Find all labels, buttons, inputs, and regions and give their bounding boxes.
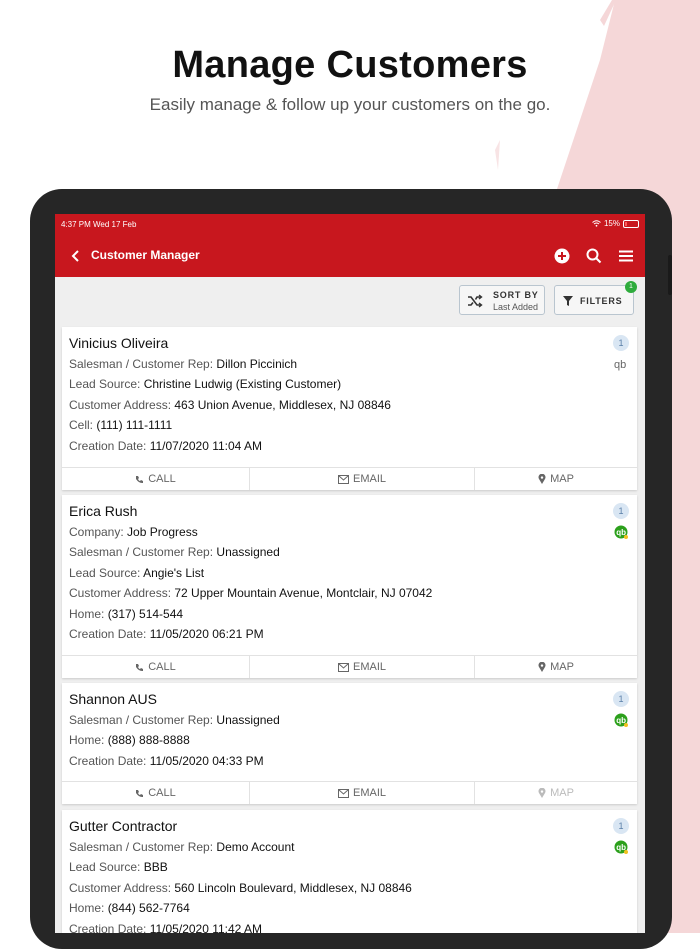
app-bar: 4:37 PM Wed 17 Feb 15% Customer Manager — [55, 214, 645, 277]
shuffle-icon — [468, 294, 483, 308]
phone-icon — [136, 663, 144, 671]
toolbar: Customer Manager — [55, 236, 645, 277]
card-actions: CALL EMAIL MAP — [62, 467, 637, 490]
promo-title: Manage Customers — [172, 44, 528, 86]
envelope-icon — [337, 474, 349, 484]
svg-text:qb: qb — [614, 359, 626, 371]
promo-subtitle: Easily manage & follow up your customers… — [149, 95, 551, 114]
sort-by-value: Last Added — [493, 302, 539, 312]
customer-name: Shannon AUS — [69, 691, 157, 707]
filters-count-badge: 1 — [625, 281, 637, 293]
app-screen: 4:37 PM Wed 17 Feb 15% Customer Manager — [55, 214, 645, 933]
lead-source-line: Lead Source: Angie's List — [69, 566, 205, 580]
customer-name: Erica Rush — [69, 503, 138, 519]
address-line: Customer Address: 560 Lincoln Boulevard,… — [69, 881, 412, 895]
company-line: Company: Job Progress — [69, 525, 198, 539]
lead-source-line: Lead Source: BBB — [69, 860, 168, 874]
hamburger-menu-icon — [619, 250, 633, 262]
phone-line: Home: (888) 888-8888 — [69, 733, 190, 747]
card-actions: CALL EMAIL MAP — [62, 655, 637, 678]
add-customer-button[interactable] — [552, 246, 572, 266]
status-bar: 4:37 PM Wed 17 Feb 15% — [55, 214, 645, 236]
add-circle-icon — [554, 248, 570, 264]
battery-percent: 15% — [603, 219, 620, 228]
quickbooks-synced-icon: qb — [614, 840, 628, 854]
chevron-left-icon — [71, 250, 79, 262]
quickbooks-synced-icon: qb — [614, 713, 628, 727]
filter-icon — [563, 296, 573, 306]
menu-button[interactable] — [616, 246, 636, 266]
map-button[interactable]: MAP — [475, 468, 637, 490]
card-actions: CALL EMAIL MAP — [62, 781, 637, 804]
sort-by-button[interactable]: SORT BY Last Added — [459, 285, 545, 315]
customer-rep-line: Salesman / Customer Rep: Unassigned — [69, 713, 280, 727]
count-badge: 1 — [613, 691, 629, 707]
status-time: 4:37 PM Wed 17 Feb — [61, 220, 137, 229]
envelope-icon — [337, 662, 349, 672]
creation-date-line: Creation Date: 11/05/2020 04:33 PM — [69, 754, 264, 768]
search-icon — [586, 248, 602, 264]
call-button[interactable]: CALL — [62, 468, 250, 490]
customer-name: Vinicius Oliveira — [69, 335, 169, 351]
customer-name: Gutter Contractor — [69, 818, 178, 834]
lead-source-line: Lead Source: Christine Ludwig (Existing … — [69, 377, 342, 391]
filters-button[interactable]: FILTERS — [554, 285, 634, 315]
call-button[interactable]: CALL — [62, 782, 250, 804]
customer-rep-line: Salesman / Customer Rep: Demo Account — [69, 840, 295, 854]
battery-icon — [623, 219, 639, 228]
search-button[interactable] — [584, 246, 604, 266]
call-button[interactable]: CALL — [62, 656, 250, 678]
back-button[interactable] — [67, 247, 85, 265]
phone-line: Cell: (111) 111-1111 — [69, 418, 173, 432]
wifi-icon — [592, 220, 601, 227]
customer-card[interactable]: Shannon AUS 1 qb Salesman / Customer Rep… — [62, 683, 637, 804]
filters-label: FILTERS — [580, 296, 623, 306]
phone-icon — [136, 789, 144, 797]
phone-icon — [136, 475, 144, 483]
creation-date-line: Creation Date: 11/05/2020 06:21 PM — [69, 627, 264, 641]
map-button-disabled: MAP — [475, 782, 637, 804]
quickbooks-icon: qb — [614, 359, 626, 371]
email-button[interactable]: EMAIL — [250, 782, 475, 804]
count-badge: 1 — [613, 818, 629, 834]
sort-by-label: SORT BY — [493, 290, 539, 300]
map-pin-icon — [538, 474, 546, 484]
creation-date-line: Creation Date: 11/07/2020 11:04 AM — [69, 439, 263, 453]
phone-line: Home: (844) 562-7764 — [69, 901, 190, 915]
phone-line: Home: (317) 514-544 — [69, 607, 184, 621]
customer-card[interactable]: Vinicius Oliveira 1 qb Salesman / Custom… — [62, 327, 637, 490]
email-button[interactable]: EMAIL — [250, 656, 475, 678]
customer-card[interactable]: Gutter Contractor 1 qb Salesman / Custom… — [62, 810, 637, 933]
tablet-side-button — [668, 255, 672, 295]
quickbooks-synced-icon: qb — [614, 525, 628, 539]
map-button[interactable]: MAP — [475, 656, 637, 678]
customer-rep-line: Salesman / Customer Rep: Dillon Piccinic… — [69, 357, 298, 371]
creation-date-line: Creation Date: 11/05/2020 11:42 AM — [69, 922, 263, 933]
customer-card[interactable]: Erica Rush 1 qb Company: Job Progress Sa… — [62, 495, 637, 678]
count-badge: 1 — [613, 335, 629, 351]
address-line: Customer Address: 463 Union Avenue, Midd… — [69, 398, 391, 412]
map-pin-icon — [538, 788, 546, 798]
address-line: Customer Address: 72 Upper Mountain Aven… — [69, 586, 433, 600]
envelope-icon — [337, 788, 349, 798]
customer-rep-line: Salesman / Customer Rep: Unassigned — [69, 545, 280, 559]
map-pin-icon — [538, 662, 546, 672]
count-badge: 1 — [613, 503, 629, 519]
email-button[interactable]: EMAIL — [250, 468, 475, 490]
page-title: Customer Manager — [91, 248, 200, 262]
status-indicators: 15% — [592, 219, 639, 228]
